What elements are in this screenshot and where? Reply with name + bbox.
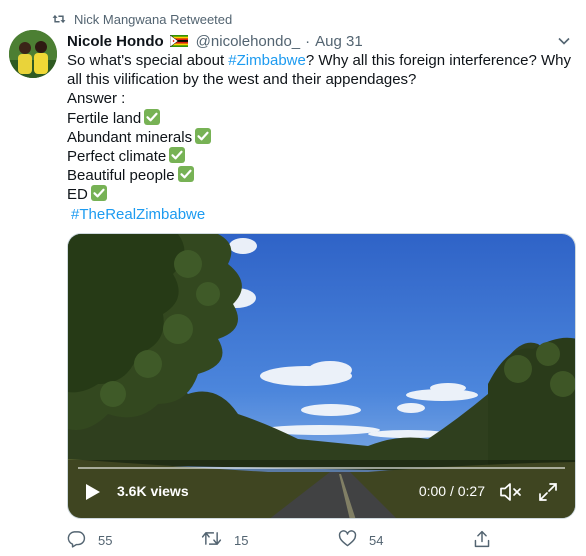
- chevron-down-icon[interactable]: [554, 31, 574, 51]
- retweet-context[interactable]: Nick Mangwana Retweeted: [48, 10, 232, 28]
- tweet-paragraph: So what's special about #Zimbabwe? Why a…: [67, 51, 572, 89]
- check-mark-button-icon: [169, 147, 186, 164]
- list-item: Abundant minerals: [67, 127, 572, 147]
- retweet-icon: [201, 530, 222, 550]
- fullscreen-icon[interactable]: [537, 481, 559, 503]
- like-button[interactable]: 54: [338, 530, 383, 550]
- video-player[interactable]: 3.6K views 0:00 / 0:27: [67, 233, 576, 519]
- list-item: Beautiful people: [67, 166, 572, 185]
- check-mark-button-icon: [90, 185, 107, 202]
- play-icon[interactable]: [82, 481, 104, 503]
- list-item-label: Abundant minerals: [67, 128, 193, 146]
- check-mark-button-icon: [195, 127, 212, 144]
- list-item-label: Perfect climate: [67, 148, 167, 166]
- tweet-text: So what's special about #Zimbabwe? Why a…: [67, 51, 572, 224]
- list-item: Perfect climate: [67, 147, 572, 166]
- retweet-icon: [48, 13, 66, 25]
- reply-button[interactable]: 55: [67, 530, 112, 550]
- list-item-label: Beautiful people: [67, 167, 175, 185]
- list-item-label: Fertile land: [67, 109, 142, 127]
- share-button[interactable]: [473, 530, 491, 550]
- like-count: 54: [369, 532, 384, 548]
- share-icon: [473, 530, 491, 551]
- check-mark-button-icon: [144, 108, 161, 125]
- zimbabwe-flag-icon: [169, 35, 188, 47]
- check-mark-button-icon: [177, 166, 194, 183]
- header-separator: ·: [305, 32, 311, 50]
- list-item-label: ED: [67, 186, 88, 204]
- avatar[interactable]: [9, 30, 57, 78]
- tweet-header: Nicole Hondo @nicolehondo_ · Aug 31: [67, 31, 574, 51]
- list-item: ED: [67, 185, 572, 204]
- tweet-text-segment: So what's special about: [67, 52, 229, 69]
- reply-icon: [67, 530, 86, 551]
- retweet-context-label: Nick Mangwana Retweeted: [74, 11, 233, 27]
- video-controls: 3.6K views 0:00 / 0:27: [68, 466, 575, 518]
- retweet-button[interactable]: 15: [201, 530, 248, 550]
- video-time: 0:00 / 0:27: [418, 483, 485, 499]
- hashtag-link-zimbabwe[interactable]: #Zimbabwe: [228, 52, 306, 69]
- author-handle[interactable]: @nicolehondo_: [196, 33, 300, 50]
- list-item: Fertile land: [67, 108, 572, 128]
- retweet-count: 15: [234, 532, 249, 548]
- heart-icon: [338, 530, 357, 550]
- video-view-count: 3.6K views: [117, 483, 189, 499]
- answer-label: Answer :: [67, 90, 126, 108]
- author-name[interactable]: Nicole Hondo: [67, 33, 164, 50]
- tweet-date[interactable]: Aug 31: [315, 33, 363, 50]
- reply-count: 55: [98, 532, 113, 548]
- hashtag-link-therealzimbabwe[interactable]: #TheRealZimbabwe: [71, 206, 205, 223]
- speaker-muted-icon[interactable]: [499, 481, 523, 503]
- tweet-actions: 55 15 54: [67, 530, 497, 550]
